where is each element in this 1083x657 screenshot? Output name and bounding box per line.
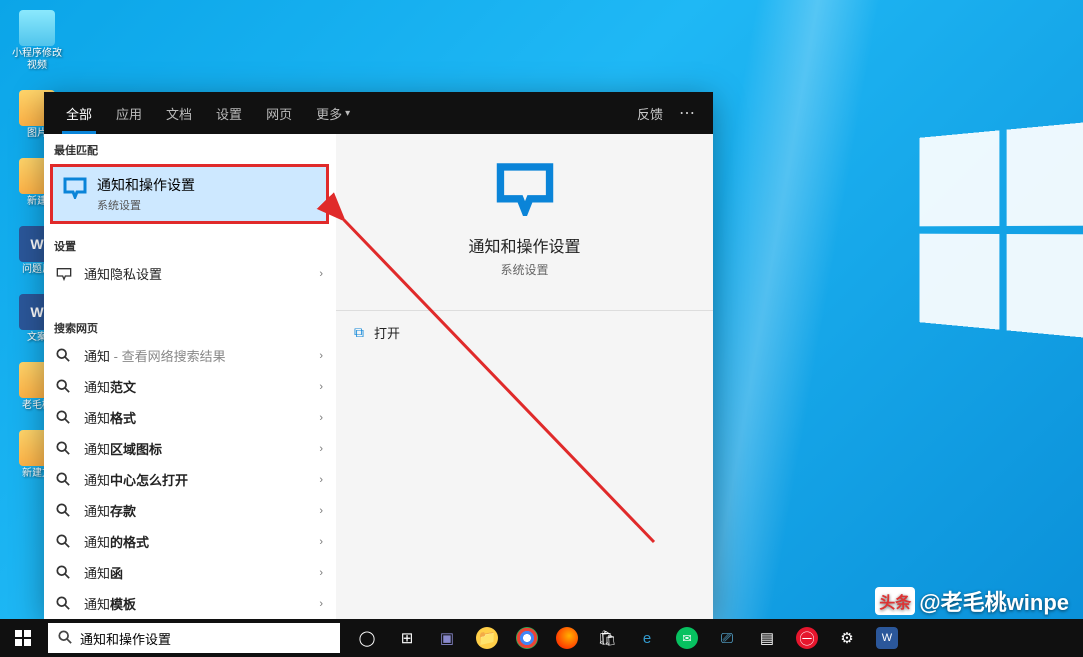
cortana-icon[interactable]: ◯ [348, 619, 386, 657]
taskbar-search-box[interactable] [48, 623, 340, 653]
search-tab[interactable]: 文档 [154, 92, 204, 134]
search-result-row[interactable]: 通知的格式 › [44, 526, 335, 557]
search-result-row[interactable]: 通知模板 › [44, 588, 335, 619]
taskbar-app-3[interactable]: ▤ [748, 619, 786, 657]
search-tab[interactable]: 更多▾ [304, 92, 362, 134]
search-tab[interactable]: 应用 [104, 92, 154, 134]
taskbar-search-input[interactable] [80, 631, 330, 646]
search-result-row[interactable]: 通知 - 查看网络搜索结果 › [44, 340, 335, 371]
generic-icon [19, 10, 55, 46]
chrome-icon[interactable] [508, 619, 546, 657]
word-icon[interactable]: W [868, 619, 906, 657]
search-icon [56, 596, 72, 612]
chevron-right-icon: › [319, 536, 323, 548]
chevron-right-icon: › [319, 412, 323, 424]
watermark: 头条 @老毛桃winpe [875, 585, 1069, 617]
chevron-right-icon: › [319, 350, 323, 362]
chevron-right-icon: › [319, 505, 323, 517]
notification-icon [495, 162, 555, 216]
result-label: 通知隐私设置 [84, 264, 307, 283]
result-label: 通知函 [84, 563, 307, 582]
store-icon[interactable]: 🛍 [588, 619, 626, 657]
notification-icon [63, 177, 87, 199]
windows-logo-decoration [919, 121, 1083, 339]
result-label: 通知存款 [84, 501, 307, 520]
chevron-right-icon: › [319, 268, 323, 280]
search-icon [56, 441, 72, 457]
taskbar-app-2[interactable]: ⎚ [708, 619, 746, 657]
taskview-icon[interactable]: ⊞ [388, 619, 426, 657]
chevron-right-icon: › [319, 598, 323, 610]
open-label: 打开 [374, 323, 400, 342]
taskbar-app-1[interactable]: ▣ [428, 619, 466, 657]
search-icon [56, 534, 72, 550]
chevron-right-icon: › [319, 443, 323, 455]
search-result-row[interactable]: 通知区域图标 › [44, 433, 335, 464]
open-icon: ⧉ [354, 324, 364, 341]
search-tab[interactable]: 网页 [254, 92, 304, 134]
search-icon [56, 565, 72, 581]
search-icon [56, 410, 72, 426]
watermark-text: @老毛桃winpe [919, 585, 1069, 617]
desktop-icon-label: 小程序修改视频 [12, 48, 62, 72]
search-result-row[interactable]: 通知函 › [44, 557, 335, 588]
settings-icon[interactable]: ⚙ [828, 619, 866, 657]
start-button[interactable] [0, 619, 46, 657]
result-label: 通知区域图标 [84, 439, 307, 458]
result-label: 通知模板 [84, 594, 307, 613]
result-label: 通知范文 [84, 377, 307, 396]
chevron-right-icon: › [319, 474, 323, 486]
chevron-down-icon: ▾ [345, 108, 350, 119]
best-match-result[interactable]: 通知和操作设置 系统设置 [50, 164, 329, 224]
result-label: 通知的格式 [84, 532, 307, 551]
search-icon [56, 472, 72, 488]
wechat-icon[interactable]: ✉ [668, 619, 706, 657]
taskbar: ◯ ⊞ ▣ 📁 🛍 e ✉ ⎚ ▤ ㊀ ⚙ W [0, 619, 1083, 657]
result-label: 通知中心怎么打开 [84, 470, 307, 489]
explorer-icon[interactable]: 📁 [468, 619, 506, 657]
taskbar-icons: ◯ ⊞ ▣ 📁 🛍 e ✉ ⎚ ▤ ㊀ ⚙ W [348, 619, 906, 657]
watermark-badge: 头条 [875, 587, 915, 615]
preview-subtitle: 系统设置 [336, 261, 713, 278]
result-preview-pane: 通知和操作设置 系统设置 ⧉ 打开 [336, 134, 713, 619]
search-result-row[interactable]: 通知中心怎么打开 › [44, 464, 335, 495]
firefox-icon[interactable] [548, 619, 586, 657]
start-search-panel: 全部应用文档设置网页更多▾ 反馈 ⋯ 最佳匹配 通知和操作设置 系统设置 设置 … [44, 92, 713, 619]
search-result-row[interactable]: 通知范文 › [44, 371, 335, 402]
search-results-list: 最佳匹配 通知和操作设置 系统设置 设置 通知隐私设置 › 搜索网页 通知 - 查… [44, 134, 336, 619]
search-tab[interactable]: 全部 [54, 92, 104, 134]
notification-icon [56, 266, 72, 282]
search-result-row[interactable]: 通知格式 › [44, 402, 335, 433]
result-label: 通知 - 查看网络搜索结果 [84, 346, 307, 365]
desktop-icon[interactable]: 小程序修改视频 [12, 10, 62, 72]
chevron-right-icon: › [319, 381, 323, 393]
edge-icon[interactable]: e [628, 619, 666, 657]
weibo-icon[interactable]: ㊀ [788, 619, 826, 657]
group-header-settings: 设置 [44, 230, 335, 258]
search-icon [56, 348, 72, 364]
search-icon [58, 630, 72, 647]
search-result-row[interactable]: 通知隐私设置 › [44, 258, 335, 289]
search-tabs-bar: 全部应用文档设置网页更多▾ 反馈 ⋯ [44, 92, 713, 134]
group-header-best-match: 最佳匹配 [44, 134, 335, 162]
search-icon [56, 379, 72, 395]
search-tab[interactable]: 设置 [204, 92, 254, 134]
best-match-title: 通知和操作设置 [97, 175, 195, 195]
open-action[interactable]: ⧉ 打开 [336, 311, 713, 354]
feedback-link[interactable]: 反馈 [629, 104, 671, 123]
group-header-web: 搜索网页 [44, 312, 335, 340]
search-result-row[interactable]: 通知存款 › [44, 495, 335, 526]
preview-title: 通知和操作设置 [336, 233, 713, 257]
chevron-right-icon: › [319, 567, 323, 579]
more-menu-button[interactable]: ⋯ [671, 103, 703, 123]
search-icon [56, 503, 72, 519]
best-match-subtitle: 系统设置 [97, 197, 195, 213]
result-label: 通知格式 [84, 408, 307, 427]
